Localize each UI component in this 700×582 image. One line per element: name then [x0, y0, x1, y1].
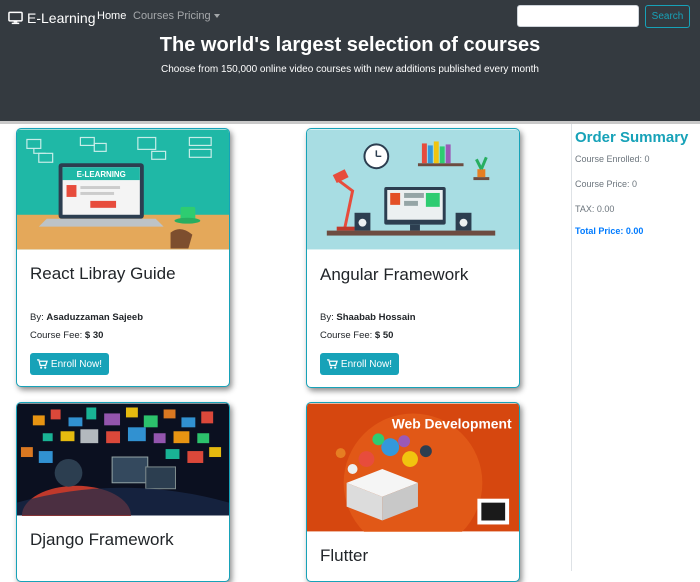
- hero-subtitle: Choose from 150,000 online video courses…: [160, 64, 539, 75]
- course-author: By: Shaabab Hossain: [320, 312, 416, 323]
- workspace-illustration: [307, 129, 519, 250]
- desktop-icon: [8, 11, 23, 25]
- nav-pricing-label: Pricing: [177, 10, 211, 22]
- elearning-illustration: E-LEARNING: [17, 129, 229, 250]
- course-author: By: Asaduzzaman Sajeeb: [30, 312, 143, 323]
- elearning-screen-text: E-LEARNING: [77, 170, 126, 179]
- author-label: By:: [30, 312, 44, 323]
- course-card-flutter: Web Development Flutter: [306, 402, 520, 582]
- course-price: Course Price: 0: [575, 179, 638, 189]
- course-card-react: E-LEARNING React Libray Guide By: Asaduz…: [16, 128, 230, 387]
- author-name: Asaduzzaman Sajeeb: [46, 312, 143, 323]
- tax: TAX: 0.00: [575, 204, 615, 214]
- course-title: Django Framework: [30, 530, 174, 549]
- enroll-button[interactable]: Enroll Now!: [320, 353, 399, 375]
- total-price: Total Price: 0.00: [575, 226, 644, 236]
- author-name: Shaabab Hossain: [336, 312, 416, 323]
- course-title: React Libray Guide: [30, 264, 176, 283]
- course-card-angular: Angular Framework By: Shaabab Hossain Co…: [306, 128, 520, 388]
- course-title: Flutter: [320, 546, 369, 565]
- hero-divider: [0, 121, 700, 124]
- nav-home[interactable]: Home: [97, 10, 126, 22]
- search-input[interactable]: [517, 5, 639, 27]
- search-button[interactable]: Search: [645, 5, 690, 28]
- sidebar-divider: [571, 124, 572, 571]
- course-fee: Course Fee: $ 30: [30, 330, 103, 341]
- nav-courses[interactable]: Courses: [133, 10, 174, 22]
- fee-value: $ 30: [84, 330, 104, 341]
- navbar: E-Learning Home Courses Pricing Search: [0, 0, 700, 34]
- fee-value: $ 50: [374, 330, 394, 341]
- enroll-label: Enroll Now!: [340, 358, 393, 370]
- fee-label: Course Fee:: [320, 330, 373, 341]
- author-label: By:: [320, 312, 334, 323]
- enroll-button[interactable]: Enroll Now!: [30, 353, 109, 375]
- enroll-label: Enroll Now!: [50, 358, 103, 370]
- brand-label: E-Learning: [27, 10, 96, 26]
- course-enrolled: Course Enrolled: 0: [575, 154, 650, 164]
- web-development-illustration: Web Development: [307, 403, 519, 532]
- order-summary-title: Order Summary: [575, 129, 689, 146]
- course-card-django: Django Framework: [16, 402, 230, 582]
- fee-label: Course Fee:: [30, 330, 83, 341]
- cart-icon: [326, 359, 338, 369]
- web-dev-heading: Web Development: [392, 415, 512, 431]
- course-fee: Course Fee: $ 50: [320, 330, 393, 341]
- brand[interactable]: E-Learning: [8, 8, 96, 28]
- data-stream-illustration: [17, 403, 229, 516]
- course-title: Angular Framework: [320, 265, 469, 284]
- hero-title: The world's largest selection of courses: [159, 34, 541, 56]
- cart-icon: [36, 359, 48, 369]
- chevron-down-icon: [213, 14, 220, 19]
- nav-pricing-dropdown[interactable]: Pricing: [177, 10, 220, 22]
